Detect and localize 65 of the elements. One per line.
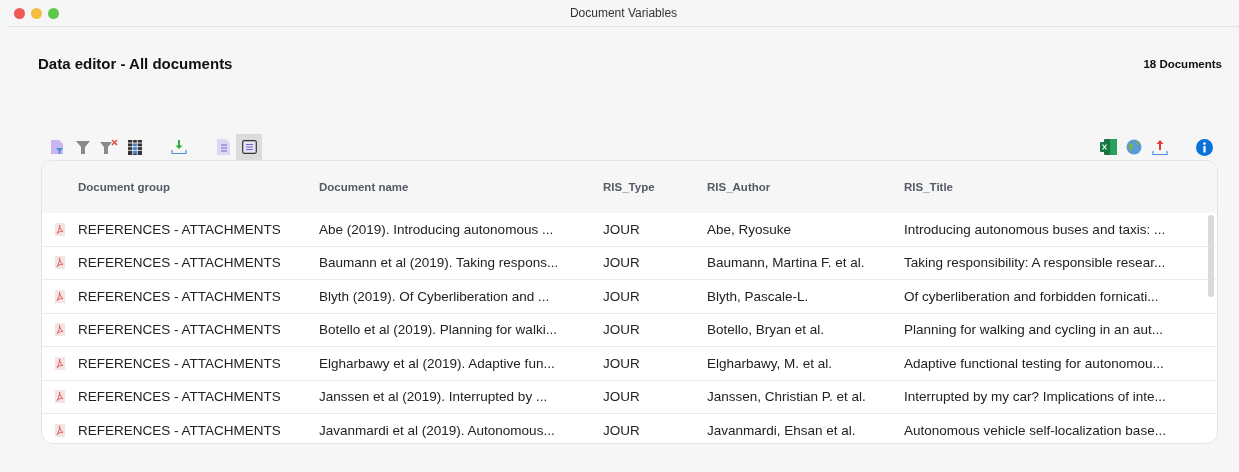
- editor-title: Data editor - All documents: [38, 55, 233, 72]
- zoom-button[interactable]: [48, 8, 59, 19]
- list-view-icon[interactable]: [241, 140, 257, 154]
- type-cell-text: JOUR: [603, 255, 641, 271]
- type-cell-text: JOUR: [603, 221, 641, 237]
- author-cell-text: Abe, Ryosuke: [707, 221, 793, 237]
- title-cell-text: Of cyberliberation and forbidden fornicati...: [904, 288, 1160, 304]
- title-cell-text: Planning for walking and cycling in an aut...: [904, 322, 1164, 338]
- filter-icon[interactable]: [76, 139, 90, 155]
- window-title: Document Variables: [569, 6, 678, 20]
- name-cell-text: Baumann et al (2019). Taking respons...: [319, 255, 560, 271]
- title-cell-text: Taking responsibility: A responsible resear...: [904, 255, 1167, 271]
- group-cell-text: REFERENCES - ATTACHMENTS: [78, 389, 282, 405]
- table-icon[interactable]: [128, 139, 142, 155]
- name-cell-text: Elgharbawy et al (2019). Adaptive fun...: [319, 355, 556, 371]
- pdf-icon: [55, 423, 65, 437]
- filter-clear-icon[interactable]: [100, 139, 118, 155]
- column-header[interactable]: Document name: [319, 181, 603, 193]
- group-cell-text: REFERENCES - ATTACHMENTS: [78, 355, 282, 371]
- document-list-icon[interactable]: [216, 139, 230, 155]
- group-cell-text: REFERENCES - ATTACHMENTS: [78, 422, 282, 438]
- scrollbar[interactable]: [1208, 215, 1214, 297]
- name-cell-text: Abe (2019). Introducing autonomous ...: [319, 221, 555, 237]
- title-cell-text: Introducing autonomous buses and taxis: ...: [904, 221, 1167, 237]
- column-header[interactable]: Document group: [78, 181, 319, 193]
- author-cell-text: Blyth, Pascale-L.: [707, 288, 810, 304]
- globe-icon[interactable]: [1126, 139, 1142, 155]
- author-cell-text: Janssen, Christian P. et al.: [707, 389, 867, 405]
- title-cell-text: Adaptive functional testing for autonomou...: [904, 355, 1165, 371]
- type-cell-text: JOUR: [603, 422, 641, 438]
- title-cell-text: Autonomous vehicle self-localization base...: [904, 422, 1167, 438]
- spreadsheet-icon[interactable]: [1099, 139, 1117, 155]
- column-header[interactable]: RIS_Type: [603, 181, 707, 193]
- upload-icon[interactable]: [1152, 138, 1168, 156]
- type-cell-text: JOUR: [603, 389, 641, 405]
- name-cell-text: Blyth (2019). Of Cyberliberation and ...: [319, 288, 551, 304]
- name-cell-text: Janssen et al (2019). Interrupted by ...: [319, 389, 549, 405]
- download-icon[interactable]: [171, 139, 187, 155]
- name-cell-text: Javanmardi et al (2019). Autonomous...: [319, 422, 556, 438]
- group-cell-text: REFERENCES - ATTACHMENTS: [78, 255, 282, 271]
- column-header[interactable]: RIS_Author: [707, 181, 904, 193]
- pdf-icon: [55, 289, 65, 303]
- author-cell-text: Javanmardi, Ehsan et al.: [707, 422, 857, 438]
- author-cell-text: Botello, Bryan et al.: [707, 322, 826, 338]
- type-cell-text: JOUR: [603, 355, 641, 371]
- author-cell-text: Elgharbawy, M. et al.: [707, 355, 834, 371]
- group-cell-text: REFERENCES - ATTACHMENTS: [78, 221, 282, 237]
- pdf-icon: [55, 256, 65, 270]
- pdf-icon: [55, 323, 65, 337]
- type-cell-text: JOUR: [603, 288, 641, 304]
- pdf-icon: [55, 390, 65, 404]
- column-header[interactable]: RIS_Title: [904, 181, 1204, 193]
- document-filter-icon[interactable]: [50, 139, 64, 155]
- close-button[interactable]: [14, 8, 25, 19]
- info-icon[interactable]: [1195, 138, 1213, 156]
- title-cell-text: Interrupted by my car? Implications of inte...: [904, 389, 1167, 405]
- name-cell-text: Botello et al (2019). Planning for walki...: [319, 322, 558, 338]
- pdf-icon: [55, 356, 65, 370]
- type-cell-text: JOUR: [603, 322, 641, 338]
- author-cell-text: Baumann, Martina F. et al.: [707, 255, 866, 271]
- document-count: 18 Documents: [1143, 57, 1222, 70]
- pdf-icon: [55, 222, 65, 236]
- group-cell-text: REFERENCES - ATTACHMENTS: [78, 288, 282, 304]
- group-cell-text: REFERENCES - ATTACHMENTS: [78, 322, 282, 338]
- minimize-button[interactable]: [31, 8, 42, 19]
